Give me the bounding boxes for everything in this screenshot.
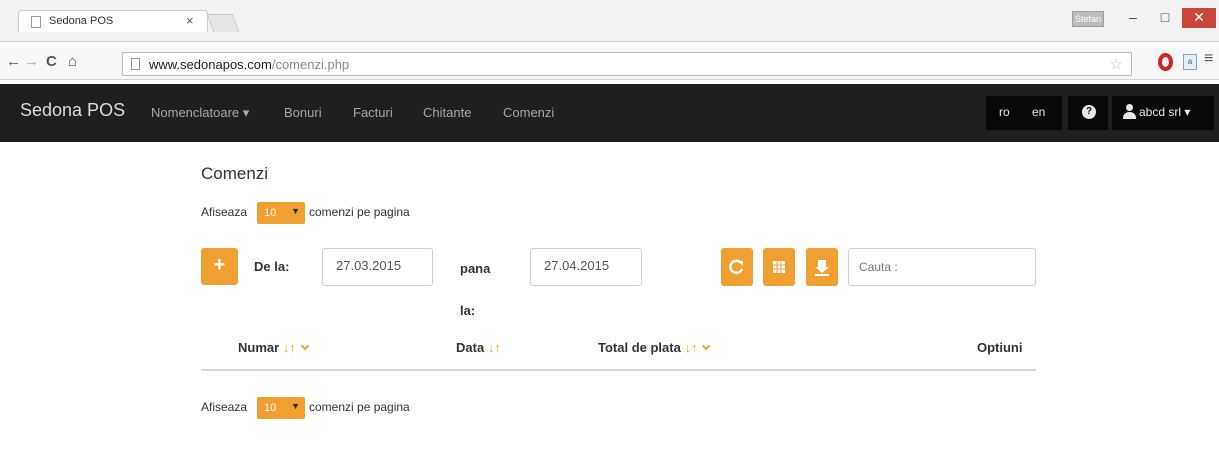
- minimize-button[interactable]: –: [1120, 8, 1146, 28]
- user-icon: [1123, 104, 1136, 119]
- help-button[interactable]: ?: [1068, 96, 1108, 130]
- language-switcher: ro en: [986, 96, 1062, 130]
- forward-icon[interactable]: →: [24, 53, 39, 70]
- column-label-optiuni: Optiuni: [977, 340, 1023, 355]
- lang-en-button[interactable]: en: [1032, 105, 1045, 119]
- per-page-select[interactable]: 10 ▼: [257, 202, 305, 224]
- caret-down-icon: ▼: [291, 206, 300, 216]
- nav-chitante[interactable]: Chitante: [423, 105, 471, 120]
- grid-icon: [773, 261, 785, 273]
- maximize-button[interactable]: □: [1152, 8, 1178, 28]
- search-input[interactable]: [848, 248, 1036, 286]
- browser-menu-icon[interactable]: ≡: [1204, 50, 1213, 68]
- to-label-1: pana: [460, 261, 491, 276]
- url-text: www.sedonapos.com/comenzi.php: [149, 57, 350, 72]
- column-header-data[interactable]: Data ↓↑: [456, 340, 501, 355]
- tab-close-icon[interactable]: ×: [186, 13, 194, 28]
- bookmark-star-icon[interactable]: ☆: [1110, 55, 1123, 73]
- grid-view-button[interactable]: [763, 248, 795, 286]
- close-window-button[interactable]: ✕: [1182, 8, 1216, 28]
- add-order-button[interactable]: +: [201, 248, 238, 285]
- sort-icon[interactable]: ↓↑: [488, 340, 501, 355]
- extension-icon[interactable]: a: [1183, 54, 1197, 70]
- column-header-numar[interactable]: Numar ↓↑: [238, 340, 310, 355]
- nav-nomenclatoare[interactable]: Nomenclatoare ▾: [151, 105, 249, 121]
- home-icon[interactable]: ⌂: [68, 53, 77, 70]
- to-date-input[interactable]: 27.04.2015: [530, 248, 642, 286]
- chevron-down-icon[interactable]: [702, 341, 711, 351]
- per-page-prefix: Afiseaza: [201, 400, 248, 414]
- question-icon: ?: [1082, 105, 1096, 119]
- chevron-down-icon[interactable]: [300, 341, 310, 351]
- per-page-prefix: Afiseaza: [201, 205, 248, 219]
- refresh-button[interactable]: [721, 248, 753, 286]
- page-icon: [131, 58, 140, 70]
- per-page-suffix: comenzi pe pagina: [309, 205, 410, 219]
- export-button[interactable]: [806, 248, 838, 286]
- column-label-data: Data: [456, 340, 485, 355]
- export-icon: [815, 260, 829, 276]
- per-page-value: 10: [264, 207, 277, 219]
- page-icon: [31, 16, 41, 28]
- browser-tab-strip: Sedona POS × Stefan – □ ✕: [0, 0, 1219, 42]
- url-input[interactable]: www.sedonapos.com/comenzi.php ☆: [122, 52, 1132, 76]
- nav-bonuri[interactable]: Bonuri: [284, 105, 322, 120]
- reload-icon[interactable]: C: [46, 53, 57, 70]
- column-header-total[interactable]: Total de plata ↓↑: [598, 340, 711, 355]
- new-tab-button[interactable]: [206, 14, 240, 32]
- back-icon[interactable]: ←: [6, 53, 21, 70]
- refresh-icon: [729, 259, 744, 275]
- browser-tab[interactable]: Sedona POS ×: [18, 10, 208, 32]
- nav-facturi[interactable]: Facturi: [353, 105, 393, 120]
- column-label-numar: Numar: [238, 340, 280, 355]
- opera-extension-icon[interactable]: [1158, 53, 1173, 71]
- from-date-input[interactable]: 27.03.2015: [322, 248, 433, 286]
- per-page-select[interactable]: 10 ▼: [257, 397, 305, 419]
- page-title: Comenzi: [201, 164, 269, 183]
- tab-title: Sedona POS: [49, 15, 114, 27]
- caret-down-icon: ▼: [291, 401, 300, 411]
- brand-logo[interactable]: Sedona POS: [20, 100, 125, 121]
- lang-ro-button[interactable]: ro: [999, 105, 1010, 119]
- table-divider: [201, 369, 1036, 371]
- column-header-optiuni: Optiuni: [977, 340, 1023, 355]
- sort-icon[interactable]: ↓↑: [684, 340, 697, 355]
- from-label: De la:: [254, 259, 290, 274]
- to-label-2: la:: [460, 303, 476, 318]
- nav-comenzi[interactable]: Comenzi: [503, 105, 554, 120]
- app-navbar: Sedona POS Nomenclatoare ▾ Bonuri Factur…: [0, 84, 1219, 142]
- browser-user-chip[interactable]: Stefan: [1072, 11, 1104, 27]
- user-menu[interactable]: abcd srl ▾: [1112, 96, 1214, 130]
- column-label-total: Total de plata: [598, 340, 681, 355]
- per-page-value: 10: [264, 402, 277, 414]
- address-bar-row: ← → C ⌂ www.sedonapos.com/comenzi.php ☆: [0, 46, 1219, 80]
- user-name: abcd srl ▾: [1139, 105, 1191, 119]
- per-page-suffix: comenzi pe pagina: [309, 400, 410, 414]
- sort-icon[interactable]: ↓↑: [283, 340, 296, 355]
